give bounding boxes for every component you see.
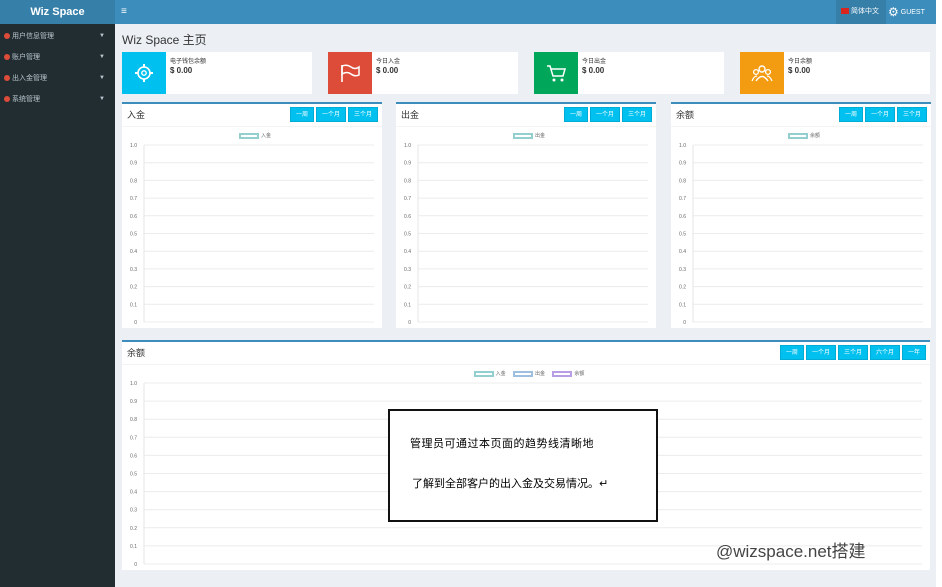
sidebar: 用户信息管理 ▼ 账户管理 ▼ 出入金管理 ▼ 系统管理 ▼ xyxy=(0,24,115,587)
y-tick-label: 1.0 xyxy=(404,143,411,149)
y-tick-label: 0.2 xyxy=(404,285,411,291)
card-value: $ 0.00 xyxy=(376,66,399,75)
y-tick-label: 0.5 xyxy=(130,232,137,238)
y-tick-label: 0.9 xyxy=(130,399,137,405)
y-tick-label: 0.9 xyxy=(404,161,411,167)
y-tick-label: 0.6 xyxy=(404,214,411,220)
y-tick-label: 0.4 xyxy=(130,249,137,255)
y-tick-label: 0.9 xyxy=(130,161,137,167)
y-tick-label: 0.8 xyxy=(404,178,411,184)
y-tick-label: 0.6 xyxy=(679,214,686,220)
y-tick-label: 0.1 xyxy=(130,302,137,308)
y-tick-label: 0.9 xyxy=(679,161,686,167)
card-label: 今日入金 xyxy=(376,59,401,65)
sidebar-item-label: 系统管理 xyxy=(12,96,40,103)
y-tick-label: 0.1 xyxy=(679,302,686,308)
y-tick-label: 1.0 xyxy=(679,143,686,149)
cart-icon xyxy=(534,52,578,94)
y-tick-label: 0.4 xyxy=(404,249,411,255)
sidebar-item-deposit-withdraw[interactable]: 出入金管理 ▼ xyxy=(0,68,115,89)
chart-panel-deposit: 入金 一周 一个月 三个月 入金 0 0.1 0.2 0.3 0.4 0.5 0.6 0.7 0… xyxy=(122,102,382,328)
y-tick-label: 1.0 xyxy=(130,381,137,387)
y-tick-label: 0.4 xyxy=(679,249,686,255)
card-value: $ 0.00 xyxy=(788,66,811,75)
gear-icon: ⚙ xyxy=(888,5,899,19)
card-value: $ 0.00 xyxy=(170,66,193,75)
sidebar-item-icon xyxy=(4,75,10,81)
sidebar-item-system[interactable]: 系统管理 ▼ xyxy=(0,89,115,110)
annotation-box: 管理员可通过本页面的趋势线清晰地 了解到全部客户的出入金及交易情况。↵ xyxy=(388,409,658,522)
chevron-down-icon: ▼ xyxy=(99,75,105,81)
y-tick-label: 0.7 xyxy=(404,196,411,202)
y-tick-label: 0 xyxy=(683,320,686,326)
sidebar-item-label: 账户管理 xyxy=(12,54,40,61)
chevron-down-icon: ▼ xyxy=(99,96,105,102)
y-tick-label: 0.8 xyxy=(679,178,686,184)
y-tick-label: 0.6 xyxy=(130,214,137,220)
sidebar-item-label: 出入金管理 xyxy=(12,75,47,82)
card-today-withdraw: 今日出金 $ 0.00 xyxy=(534,52,724,94)
chart-deposit: 0 0.1 0.2 0.3 0.4 0.5 0.6 0.7 0.8 0.9 1.0 xyxy=(130,143,374,326)
chart-balance: 0 0.1 0.2 0.3 0.4 0.5 0.6 0.7 0.8 0.9 1.0 xyxy=(679,143,923,326)
flag-cn-icon xyxy=(841,8,849,15)
y-tick-label: 0.5 xyxy=(679,232,686,238)
sidebar-item-icon xyxy=(4,96,10,102)
language-switcher[interactable]: 简体中文 xyxy=(836,0,886,24)
watermark: @wizspace.net搭建 xyxy=(716,542,866,561)
y-tick-label: 0.4 xyxy=(130,490,137,496)
y-tick-label: 0.7 xyxy=(679,196,686,202)
language-label: 简体中文 xyxy=(851,8,879,15)
sidebar-item-account[interactable]: 账户管理 ▼ xyxy=(0,47,115,68)
y-tick-label: 0.2 xyxy=(130,285,137,291)
y-tick-label: 0.7 xyxy=(130,196,137,202)
y-tick-label: 0.5 xyxy=(130,472,137,478)
sidebar-item-user-info[interactable]: 用户信息管理 ▼ xyxy=(0,26,115,47)
y-tick-label: 0 xyxy=(134,562,137,568)
y-tick-label: 0.8 xyxy=(130,417,137,423)
y-tick-label: 0 xyxy=(408,320,411,326)
card-today-deposit: 今日入金 $ 0.00 xyxy=(328,52,518,94)
y-tick-label: 0.1 xyxy=(404,302,411,308)
chart-withdraw: 0 0.1 0.2 0.3 0.4 0.5 0.6 0.7 0.8 0.9 1.0 xyxy=(404,143,648,326)
y-tick-label: 0 xyxy=(134,320,137,326)
chevron-down-icon: ▼ xyxy=(99,54,105,60)
y-tick-label: 0.7 xyxy=(130,435,137,441)
card-label: 今日出金 xyxy=(582,59,607,65)
y-tick-label: 0.2 xyxy=(130,526,137,532)
y-tick-label: 0.3 xyxy=(404,267,411,273)
card-label: 今日余额 xyxy=(788,59,813,65)
annotation-line-1: 管理员可通过本页面的趋势线清晰地 xyxy=(410,438,594,450)
annotation-line-2: 了解到全部客户的出入金及交易情况。↵ xyxy=(412,478,609,490)
y-tick-label: 0.8 xyxy=(130,178,137,184)
y-tick-label: 0.1 xyxy=(130,544,137,550)
top-navbar: Wiz Space ≡ 简体中文 ⚙ GUEST xyxy=(0,0,936,24)
card-label: 电子钱包余额 xyxy=(170,59,207,65)
users-icon xyxy=(740,52,784,94)
user-name: GUEST xyxy=(900,8,925,16)
y-tick-label: 0.6 xyxy=(130,453,137,459)
chart-panel-withdraw: 出金 一周 一个月 三个月 出金 0 0.1 0.2 0.3 0.4 0.5 0.6 0.7 0… xyxy=(396,102,656,328)
flag-icon xyxy=(328,52,372,94)
y-tick-label: 0.3 xyxy=(130,508,137,514)
sidebar-toggle-icon[interactable]: ≡ xyxy=(121,0,127,24)
user-menu[interactable]: ⚙ GUEST xyxy=(888,0,936,24)
sidebar-item-icon xyxy=(4,33,10,39)
sidebar-item-icon xyxy=(4,54,10,60)
y-tick-label: 1.0 xyxy=(130,143,137,149)
sidebar-item-label: 用户信息管理 xyxy=(12,33,54,40)
chevron-down-icon: ▼ xyxy=(99,33,105,39)
y-tick-label: 0.2 xyxy=(679,285,686,291)
card-value: $ 0.00 xyxy=(582,66,605,75)
app-logo[interactable]: Wiz Space xyxy=(0,0,115,24)
y-tick-label: 0.5 xyxy=(404,232,411,238)
y-tick-label: 0.3 xyxy=(679,267,686,273)
page-title: Wiz Space 主页 xyxy=(122,33,207,47)
y-tick-label: 0.3 xyxy=(130,267,137,273)
gear-icon xyxy=(122,52,166,94)
card-wallet-balance: 电子钱包余额 $ 0.00 xyxy=(122,52,312,94)
card-today-balance: 今日余额 $ 0.00 xyxy=(740,52,930,94)
chart-panel-balance: 余额 一周 一个月 三个月 余额 0 0.1 0.2 0.3 0.4 0.5 0.6 0.7 0… xyxy=(671,102,931,328)
